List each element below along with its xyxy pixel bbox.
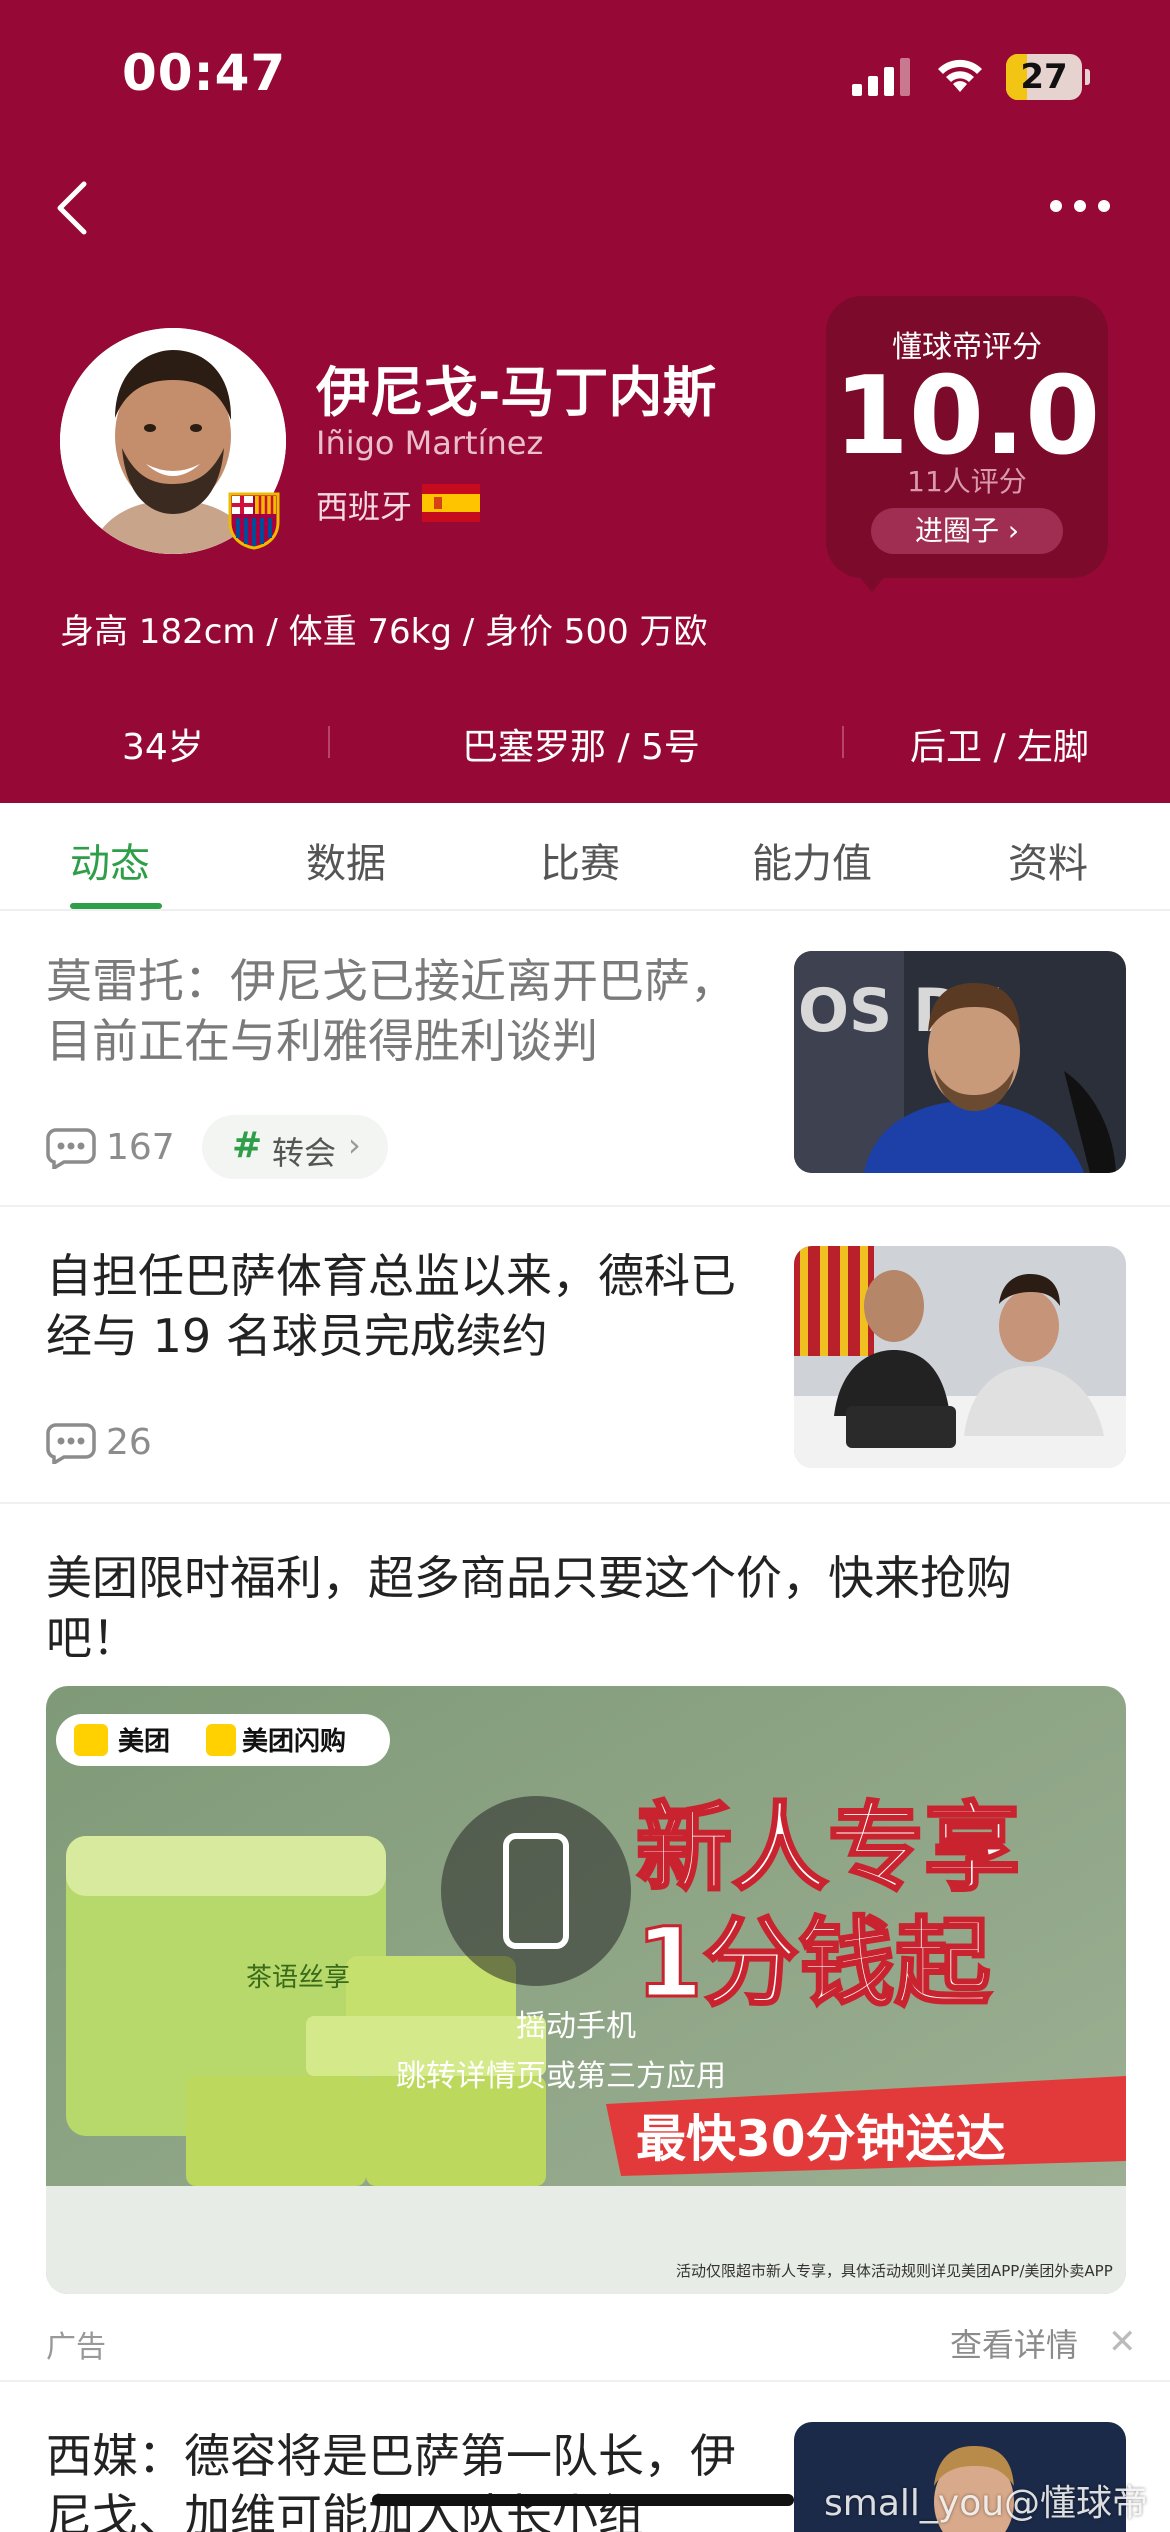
player-club-number[interactable]: 巴塞罗那 / 5号 <box>462 718 700 770</box>
player-position-foot: 后卫 / 左脚 <box>910 727 1090 768</box>
home-indicator[interactable] <box>372 2494 794 2506</box>
news-title: 西媒：德容将是巴萨第一队长，伊尼戈、加维可能加入队长小组 <box>46 2429 736 2532</box>
divider <box>0 1205 1170 1207</box>
ad-banner[interactable]: 美团 美团闪购 茶语丝享 摇动手机 跳转详情页或第三方应用 新人专享 1分钱起 … <box>46 1686 1126 2294</box>
rating-count: 11人评分 <box>907 465 1027 498</box>
news-title: 自担任巴萨体育总监以来，德科已经与 19 名球员完成续约 <box>46 1249 736 1363</box>
meta-divider <box>328 726 330 758</box>
comment-count-value: 167 <box>106 1127 175 1168</box>
hashtag-icon: # <box>232 1125 263 1166</box>
tab-stats[interactable]: 数据 <box>306 831 386 889</box>
news-item[interactable]: 莫雷托：伊尼戈已接近离开巴萨，目前正在与利雅得胜利谈判 OS DE 167 # … <box>0 913 1170 1203</box>
join-circle-button[interactable]: 进圈子 › <box>871 508 1063 554</box>
player-age: 34岁 <box>122 727 204 768</box>
barcelona-badge-icon <box>228 492 280 550</box>
battery-percent: 27 <box>1020 57 1068 97</box>
tab-ability[interactable]: 能力值 <box>752 831 872 889</box>
status-bar: 00:47 27 <box>0 0 1170 150</box>
wifi-icon <box>938 59 982 92</box>
battery-icon: 27 <box>1006 54 1090 100</box>
ad-view-detail-link[interactable]: 查看详情 <box>950 2320 1078 2366</box>
ad-headline-2: 1分钱起 <box>636 1907 992 2019</box>
ad-title[interactable]: 美团限时福利，超多商品只要这个价，快来抢购吧！ <box>46 1548 1046 1668</box>
news-thumbnail <box>794 1246 1126 1468</box>
spain-flag-icon <box>422 484 480 522</box>
tab-feed[interactable]: 动态 <box>70 831 150 889</box>
comment-count-value: 26 <box>106 1422 152 1463</box>
player-meta-row: 34岁 巴塞罗那 / 5号 后卫 / 左脚 <box>0 706 1170 776</box>
ad-label: 广告 <box>46 2330 106 2365</box>
more-dots-icon[interactable] <box>1048 186 1112 226</box>
player-latin-name: Iñigo Martínez <box>316 424 544 462</box>
ad-brand-2: 美团闪购 <box>242 1726 346 1757</box>
back-arrow-icon[interactable] <box>48 172 98 244</box>
comment-icon <box>46 1423 96 1464</box>
divider <box>0 1502 1170 1504</box>
ad-headline-1: 新人专享 <box>636 1792 1020 1904</box>
ad-shake-1: 摇动手机 <box>516 2009 636 2044</box>
topic-label: 转会 <box>272 1134 337 1172</box>
meta-divider <box>842 726 844 758</box>
signal-icon <box>852 58 910 96</box>
player-physical: 身高 182cm / 体重 76kg / 身价 500 万欧 <box>60 612 708 652</box>
ad-delivery: 最快30分钟送达 <box>636 2110 1006 2168</box>
tab-matches[interactable]: 比赛 <box>540 831 620 889</box>
player-name: 伊尼戈-马丁内斯 <box>316 361 717 424</box>
news-item[interactable]: 自担任巴萨体育总监以来，德科已经与 19 名球员完成续约 26 <box>0 1208 1170 1500</box>
rating-score: 10.0 <box>833 354 1101 479</box>
divider <box>0 2380 1170 2382</box>
ad-fine-print: 活动仅限超市新人专享，具体活动规则详见美团APP/美团外卖APP <box>676 2262 1113 2280</box>
tab-profile[interactable]: 资料 <box>1008 831 1088 889</box>
tab-indicator <box>70 903 162 909</box>
chevron-right-icon: › <box>348 1126 361 1164</box>
comment-icon <box>46 1128 96 1169</box>
news-title: 莫雷托：伊尼戈已接近离开巴萨，目前正在与利雅得胜利谈判 <box>46 954 736 1068</box>
status-time: 00:47 <box>122 44 287 102</box>
ad-brand-1: 美团 <box>118 1726 170 1757</box>
ad-shake-2: 跳转详情页或第三方应用 <box>396 2059 726 2094</box>
ad-tissue-text: 茶语丝享 <box>246 1963 350 1993</box>
rating-card[interactable]: 懂球帝评分 10.0 11人评分 进圈子 › <box>826 296 1108 578</box>
topic-chip-transfer[interactable]: # 转会 › <box>202 1115 388 1179</box>
player-nationality: 西班牙 <box>316 488 413 526</box>
player-header: 00:47 27 伊尼戈-马丁内斯 Iñigo Martínez 西班牙 身高 … <box>0 0 1170 803</box>
news-thumbnail: OS DE <box>794 951 1126 1173</box>
watermark: small_you@懂球帝 <box>824 2483 1149 2524</box>
rating-card-tail <box>854 570 890 592</box>
close-icon[interactable]: ✕ <box>1108 2322 1137 2362</box>
tab-bar: 动态 数据 比赛 能力值 资料 <box>0 803 1170 911</box>
